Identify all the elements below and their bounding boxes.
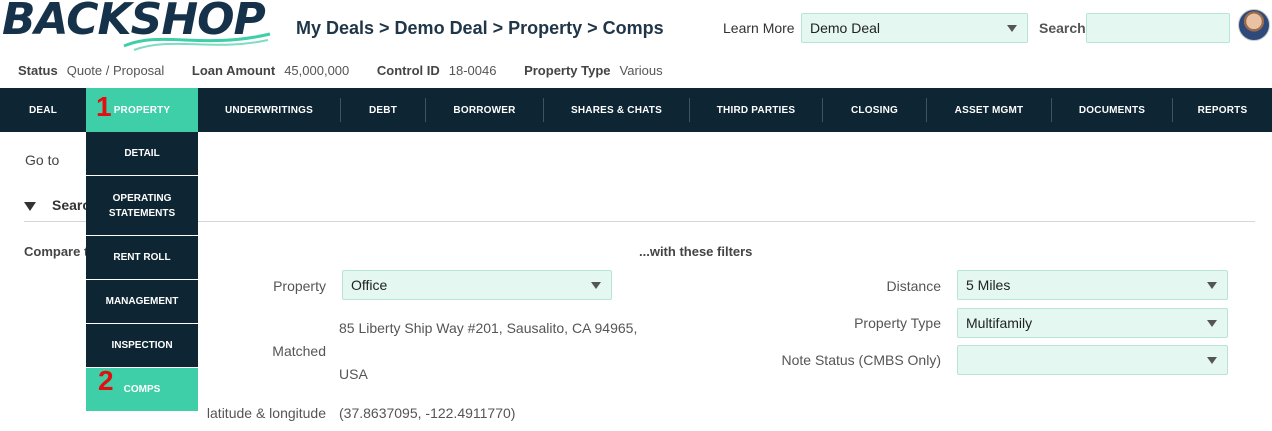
nav-item-documents[interactable]: DOCUMENTS [1052,88,1172,132]
loan-amount-key: Loan Amount [191,63,276,78]
nav-item-third-parties[interactable]: THIRD PARTIES [690,88,822,132]
matched-address-line2: USA [339,366,368,382]
chevron-down-icon [591,282,601,289]
submenu-item-management[interactable]: MANAGEMENT [86,280,198,324]
breadcrumb[interactable]: My Deals > Demo Deal > Property > Comps [296,18,664,39]
control-id-key: Control ID [376,63,440,78]
nav-item-debt[interactable]: DEBT [341,88,425,132]
submenu-item-inspection[interactable]: INSPECTION [86,324,198,368]
deal-status-bar: Status Quote / Proposal Loan Amount 45,000… [18,63,687,78]
triangle-down-icon [24,201,36,211]
nav-item-reports[interactable]: REPORTS [1173,88,1272,132]
property-select-value: Office [351,277,388,293]
compare-heading: Compare t [24,244,89,259]
note-status-label: Note Status (CMBS Only) [781,352,942,368]
section-divider [24,221,1255,222]
property-type-value: Various [619,63,663,78]
main-nav: DEAL PROPERTY 1 UNDERWRITINGS DEBT BORRO… [0,88,1272,132]
chevron-down-icon [1207,320,1217,327]
property-type-filter-label: Property Type [854,315,941,331]
deal-select[interactable]: Demo Deal [801,13,1028,43]
distance-select-value: 5 Miles [966,277,1011,293]
property-label: Property [273,278,326,294]
nav-item-asset-mgmt[interactable]: ASSET MGMT [927,88,1051,132]
note-status-select[interactable] [957,345,1228,375]
matched-address-line1: 85 Liberty Ship Way #201, Sausalito, CA … [339,320,638,336]
distance-select[interactable]: 5 Miles [957,270,1228,300]
search-input[interactable] [1086,13,1230,43]
status-value: Quote / Proposal [66,63,165,78]
app-header: BACKSHOP My Deals > Demo Deal > Property… [0,0,1272,56]
nav-item-closing[interactable]: CLOSING [823,88,926,132]
submenu-item-comps[interactable]: COMPS 2 [86,365,198,412]
search-label: Search [1039,20,1086,36]
chevron-down-icon [1207,357,1217,364]
nav-item-borrower[interactable]: BORROWER [426,88,543,132]
deal-select-value: Demo Deal [810,20,881,36]
chevron-down-icon [1007,25,1017,32]
learn-more-link[interactable]: Learn More [723,20,795,36]
latlng-value: (37.8637095, -122.4911770) [339,405,516,421]
submenu-item-rent-roll[interactable]: RENT ROLL [86,236,198,280]
nav-item-underwritings[interactable]: UNDERWRITINGS [198,88,340,132]
logo-wave-icon [123,32,271,51]
property-type-key: Property Type [524,63,611,78]
nav-item-property[interactable]: PROPERTY 1 [86,88,198,132]
chevron-down-icon [1207,282,1217,289]
latlng-label: latitude & longitude [206,405,326,421]
matched-label: Matched [272,343,326,359]
submenu-item-comps-label: COMPS [123,384,161,395]
backshop-logo[interactable]: BACKSHOP [2,0,272,54]
annotation-step-1: 1 [96,91,112,122]
property-select[interactable]: Office [342,270,612,300]
property-submenu: DETAIL OPERATING STATEMENTS RENT ROLL MA… [86,132,198,412]
goto-label: Go to [25,152,60,168]
status-key: Status [18,63,58,78]
property-type-select-value: Multifamily [966,315,1033,331]
distance-label: Distance [886,278,941,294]
submenu-item-detail[interactable]: DETAIL [86,132,198,176]
submenu-item-operating-statements[interactable]: OPERATING STATEMENTS [86,176,198,236]
nav-item-property-label: PROPERTY [113,104,171,116]
annotation-step-2: 2 [98,365,114,396]
property-type-select[interactable]: Multifamily [957,308,1228,338]
control-id-value: 18-0046 [448,63,497,78]
loan-amount-value: 45,000,000 [284,63,350,78]
nav-item-deal[interactable]: DEAL [0,88,86,132]
nav-item-shares-chats[interactable]: SHARES & CHATS [544,88,689,132]
filters-heading: ...with these filters [639,244,753,259]
user-avatar[interactable] [1238,9,1270,41]
